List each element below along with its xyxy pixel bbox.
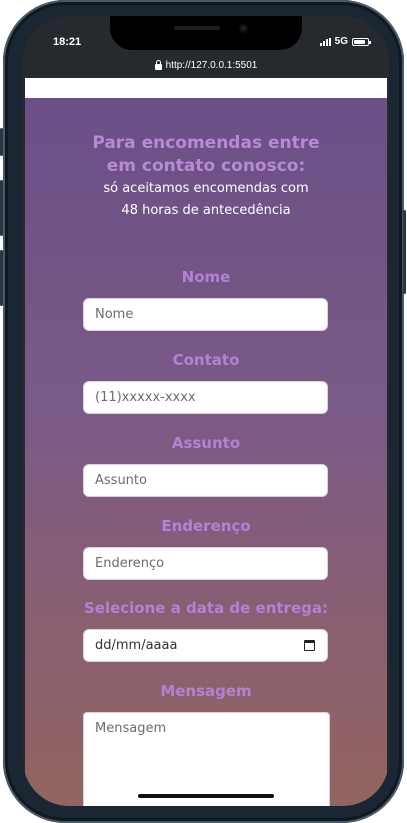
assunto-input[interactable]: Assunto <box>83 464 328 497</box>
form-heading: Para encomendas entre em contato conosco… <box>25 132 387 178</box>
power-button <box>403 210 406 294</box>
nome-label: Nome <box>181 268 231 286</box>
date-label: Selecione a data de entrega: <box>83 599 328 617</box>
calendar-icon[interactable] <box>304 640 315 651</box>
heading-line-1: Para encomendas entre <box>92 133 320 153</box>
endereco-input[interactable]: Enderenço <box>83 547 328 580</box>
status-time: 18:21 <box>53 36 82 48</box>
volume-up-button <box>0 180 3 236</box>
endereco-label: Enderenço <box>161 517 251 535</box>
subheading-line-1: só aceitamos encomendas com <box>103 181 309 196</box>
camera <box>239 24 248 33</box>
mensagem-label: Mensagem <box>160 682 252 700</box>
battery-icon <box>352 37 371 46</box>
date-placeholder: dd/mm/aaaa <box>95 638 178 653</box>
subheading-line-2: 48 horas de antecedência <box>121 203 291 218</box>
network-type: 5G <box>334 36 348 47</box>
volume-down-button <box>0 250 3 306</box>
date-input[interactable]: dd/mm/aaaa <box>83 629 328 662</box>
speaker <box>174 26 220 30</box>
phone-screen: 18:21 5G http://127.0.0.1:5501 Para enco… <box>23 16 389 806</box>
lock-icon <box>154 59 162 70</box>
address-bar[interactable]: http://127.0.0.1:5501 <box>23 54 389 76</box>
contato-input[interactable]: (11)xxxxx-xxxx <box>83 381 328 414</box>
signal-icon <box>319 37 331 46</box>
page-top-bar <box>25 78 387 98</box>
notch <box>110 16 302 50</box>
mute-switch <box>0 128 3 156</box>
url-text: http://127.0.0.1:5501 <box>165 59 258 71</box>
form-subheading: só aceitamos encomendas com 48 horas de … <box>25 178 387 222</box>
nome-input[interactable]: Nome <box>83 298 328 331</box>
contact-form-section: Para encomendas entre em contato conosco… <box>25 98 387 806</box>
assunto-label: Assunto <box>171 434 241 452</box>
heading-line-2: em contato conosco: <box>106 156 306 176</box>
contato-label: Contato <box>172 351 240 369</box>
mensagem-textarea[interactable]: Mensagem <box>83 712 330 806</box>
home-indicator[interactable] <box>138 794 274 798</box>
status-indicators: 5G <box>319 36 371 47</box>
phone-frame: 18:21 5G http://127.0.0.1:5501 Para enco… <box>0 0 406 823</box>
